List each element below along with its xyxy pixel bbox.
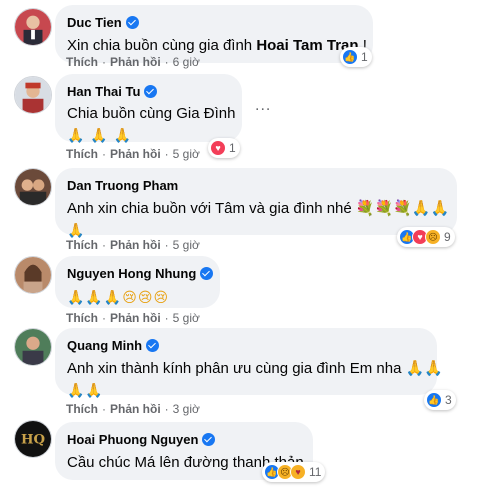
more-options-icon[interactable]: ... xyxy=(255,98,271,114)
avatar[interactable] xyxy=(14,256,52,294)
separator: · xyxy=(102,147,106,161)
svg-text:HQ: HQ xyxy=(21,433,45,448)
like-action[interactable]: Thích xyxy=(66,238,98,252)
reaction-summary[interactable]: ♥ 1 xyxy=(208,138,240,158)
avatar[interactable] xyxy=(14,76,52,114)
comment-actions: Thích · Phản hồi · 5 giờ xyxy=(66,146,200,162)
verified-badge-icon xyxy=(202,432,216,446)
verified-badge-icon xyxy=(146,338,160,352)
comment-actions: Thích · Phản hồi · 5 giờ xyxy=(66,237,200,253)
reaction-summary[interactable]: 👍 3 xyxy=(424,390,456,410)
comment-text: Chia buồn cùng Gia Đình xyxy=(67,105,236,122)
like-reaction-icon: 👍 xyxy=(426,392,442,408)
reply-action[interactable]: Phản hồi xyxy=(110,147,161,161)
comment-text: Xin chia buồn cùng gia đình Hoai Tam Tra… xyxy=(67,35,367,56)
like-action[interactable]: Thích xyxy=(66,402,98,416)
author-name[interactable]: Quang Minh xyxy=(67,338,142,353)
like-action[interactable]: Thích xyxy=(66,55,98,69)
separator: · xyxy=(102,402,106,416)
timestamp[interactable]: 5 giờ xyxy=(173,311,200,325)
comment-bubble: Nguyen Hong Nhung 🙏🙏🙏😢😢😢 xyxy=(55,256,220,308)
reply-action[interactable]: Phản hồi xyxy=(110,238,161,252)
avatar[interactable]: HQ xyxy=(14,420,52,458)
comment-actions: Thích · Phản hồi · 5 giờ xyxy=(66,310,200,326)
author-name[interactable]: Han Thai Tu xyxy=(67,84,140,99)
author-name[interactable]: Duc Tien xyxy=(67,15,122,30)
avatar[interactable] xyxy=(14,168,52,206)
love-reaction-icon: ♥ xyxy=(210,140,226,156)
separator: · xyxy=(164,311,169,325)
reaction-count: 11 xyxy=(309,465,322,479)
comment-emoji: 🙏🙏🙏😢😢😢 xyxy=(67,289,170,305)
author-name[interactable]: Dan Truong Pham xyxy=(67,178,178,193)
avatar[interactable] xyxy=(14,328,52,366)
reply-action[interactable]: Phản hồi xyxy=(110,311,161,325)
verified-badge-icon xyxy=(200,266,214,280)
separator: · xyxy=(164,238,169,252)
comment-emoji: 🙏 🙏 🙏 xyxy=(67,127,133,143)
comment-text-plain: Xin chia buồn cùng gia đình xyxy=(67,37,257,54)
verified-badge-icon xyxy=(144,84,158,98)
reaction-summary[interactable]: 👍 ☹ ♥ 11 xyxy=(262,462,326,482)
comment-text: Anh xin chia buồn với Tâm và gia đình nh… xyxy=(67,200,450,217)
author-name[interactable]: Hoai Phuong Nguyen xyxy=(67,432,198,447)
timestamp[interactable]: 5 giờ xyxy=(173,147,200,161)
comment-emoji: 🙏🙏 xyxy=(67,382,104,398)
comment-bubble: Quang Minh Anh xin thành kính phân ưu cù… xyxy=(55,328,443,398)
reply-action[interactable]: Phản hồi xyxy=(110,402,161,416)
like-reaction-icon: 👍 xyxy=(342,49,358,65)
timestamp[interactable]: 6 giờ xyxy=(173,55,200,69)
comment-actions: Thích · Phản hồi · 6 giờ xyxy=(66,54,200,70)
avatar[interactable] xyxy=(14,8,52,46)
reaction-count: 1 xyxy=(229,141,236,155)
separator: · xyxy=(102,311,106,325)
comment-bubble: Dan Truong Pham Anh xin chia buồn với Tâ… xyxy=(55,168,457,238)
care-reaction-icon: ♥ xyxy=(290,464,306,480)
reaction-summary[interactable]: 👍 ♥ ☹ 9 xyxy=(397,227,455,247)
comment-text: Anh xin thành kính phân ưu cùng gia đình… xyxy=(67,360,443,377)
like-action[interactable]: Thích xyxy=(66,147,98,161)
author-name[interactable]: Nguyen Hong Nhung xyxy=(67,266,196,281)
like-action[interactable]: Thích xyxy=(66,311,98,325)
reaction-summary[interactable]: 👍 1 xyxy=(340,47,372,67)
reaction-count: 9 xyxy=(444,230,451,244)
separator: · xyxy=(164,55,169,69)
verified-badge-icon xyxy=(125,15,139,29)
comment-actions: Thích · Phản hồi · 3 giờ xyxy=(66,401,200,417)
sad-reaction-icon: ☹ xyxy=(425,229,441,245)
comment-bubble: Han Thai Tu Chia buồn cùng Gia Đình 🙏 🙏 … xyxy=(55,74,242,143)
reaction-count: 3 xyxy=(445,393,452,407)
reply-action[interactable]: Phản hồi xyxy=(110,55,161,69)
separator: · xyxy=(164,147,169,161)
separator: · xyxy=(102,55,106,69)
timestamp[interactable]: 3 giờ xyxy=(173,402,200,416)
separator: · xyxy=(102,238,106,252)
separator: · xyxy=(164,402,169,416)
reaction-count: 1 xyxy=(361,50,368,64)
timestamp[interactable]: 5 giờ xyxy=(173,238,200,252)
